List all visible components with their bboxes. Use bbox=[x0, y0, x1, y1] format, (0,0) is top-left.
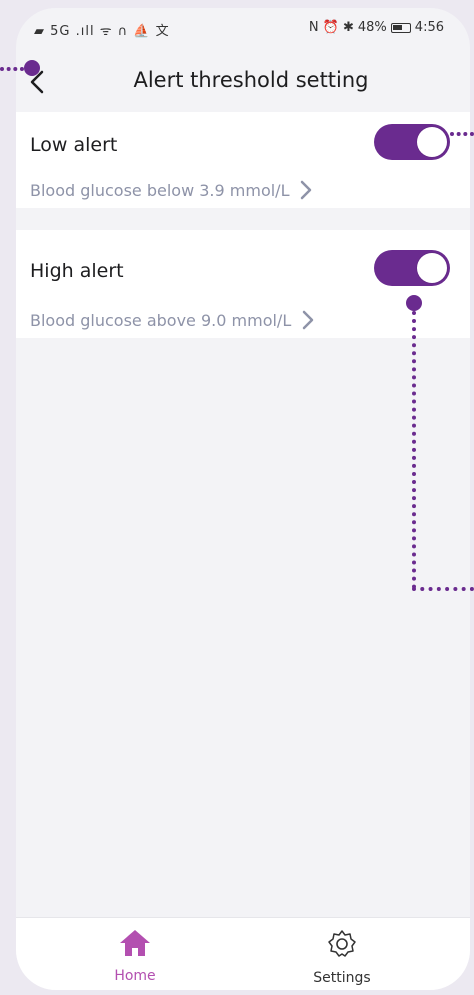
bottom-tab-bar: Home Settings bbox=[16, 917, 470, 990]
low-alert-description: Blood glucose below 3.9 mmol/L bbox=[30, 180, 290, 200]
high-alert-toggle[interactable] bbox=[374, 250, 450, 286]
annotation-line-horizontal bbox=[412, 587, 474, 591]
annotation-line-vertical bbox=[412, 311, 416, 589]
high-alert-card: High alert Blood glucose above 9.0 mmol/… bbox=[16, 230, 470, 338]
high-alert-threshold-link[interactable]: Blood glucose above 9.0 mmol/L bbox=[30, 310, 315, 330]
annotation-line-back bbox=[0, 67, 24, 71]
status-icons-right: N ⏰ ✱ 48% 4:56 bbox=[309, 20, 444, 35]
header: Alert threshold setting bbox=[16, 52, 470, 112]
low-alert-label: Low alert bbox=[30, 134, 118, 156]
low-alert-threshold-link[interactable]: Blood glucose below 3.9 mmol/L bbox=[30, 180, 313, 200]
toggle-knob bbox=[417, 127, 447, 157]
page-title: Alert threshold setting bbox=[133, 68, 369, 92]
high-alert-label: High alert bbox=[30, 260, 124, 282]
tab-settings-label: Settings bbox=[313, 970, 371, 986]
status-icons-left: ▰ 5G .ıll ᯤ ∩ ⛵ 文 bbox=[34, 24, 170, 39]
toggle-knob bbox=[417, 253, 447, 283]
low-alert-card: Low alert Blood glucose below 3.9 mmol/L bbox=[16, 112, 470, 208]
gear-icon bbox=[328, 930, 356, 957]
status-icons-group: N ⏰ ✱ bbox=[308, 20, 354, 35]
annotation-dot-back bbox=[24, 60, 40, 76]
clock: 4:56 bbox=[414, 20, 444, 35]
annotation-dot-high-toggle bbox=[406, 295, 422, 311]
battery-icon bbox=[390, 22, 411, 33]
battery-percentage: 48% bbox=[357, 20, 387, 35]
high-alert-description: Blood glucose above 9.0 mmol/L bbox=[30, 310, 292, 330]
low-alert-toggle[interactable] bbox=[374, 124, 450, 160]
phone-screen: ▰ 5G .ıll ᯤ ∩ ⛵ 文 N ⏰ ✱ 48% 4:56 Alert t… bbox=[16, 8, 470, 990]
annotation-line-low-toggle bbox=[450, 132, 474, 136]
chevron-right-icon bbox=[302, 310, 314, 330]
tab-settings[interactable]: Settings bbox=[282, 928, 402, 986]
home-icon bbox=[120, 930, 150, 956]
chevron-right-icon bbox=[301, 180, 312, 200]
tab-home[interactable]: Home bbox=[75, 928, 195, 984]
tab-home-label: Home bbox=[114, 968, 156, 984]
status-bar: ▰ 5G .ıll ᯤ ∩ ⛵ 文 N ⏰ ✱ 48% 4:56 bbox=[16, 8, 470, 42]
